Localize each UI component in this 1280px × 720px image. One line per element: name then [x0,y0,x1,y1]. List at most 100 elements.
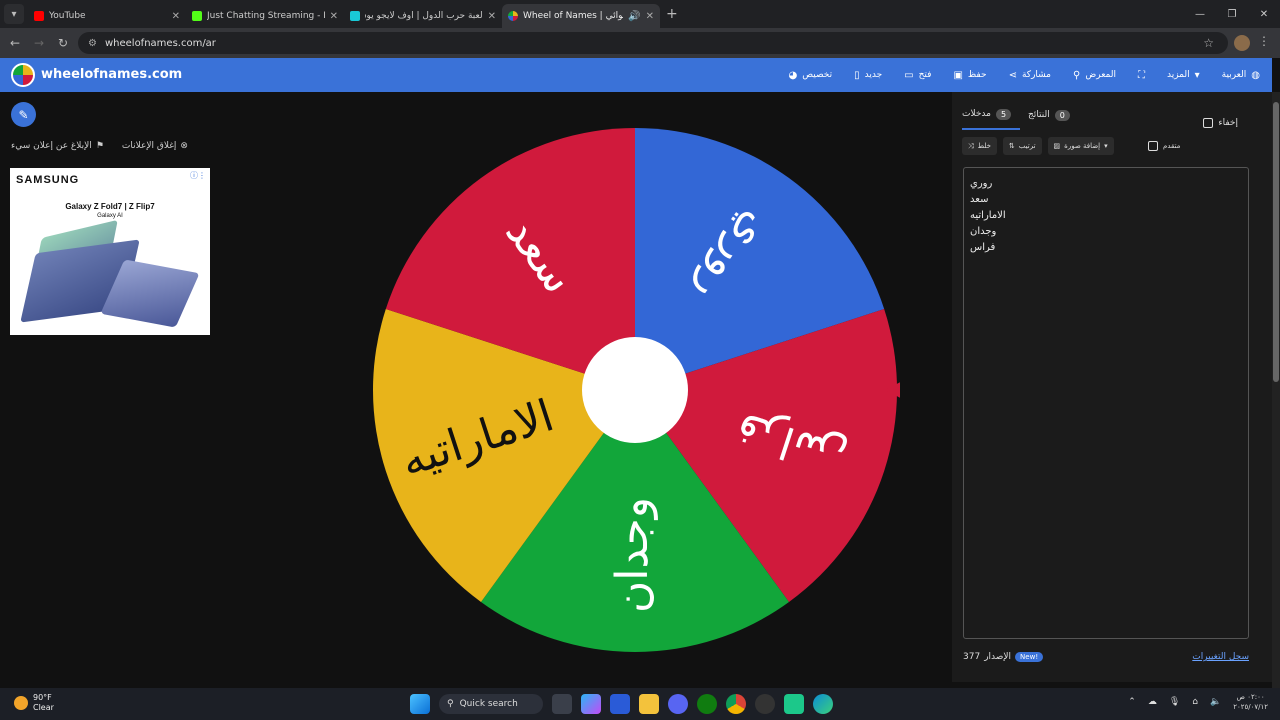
sort-button[interactable]: ⇅ ترتيب [1002,137,1042,155]
maximize-icon[interactable]: ❐ [1216,0,1248,28]
ad-product: Galaxy Z Fold7 | Z Flip7 [65,202,155,211]
weather-widget[interactable]: 90°F Clear [14,693,54,713]
entry-line[interactable]: فراس [970,240,1242,256]
tab-results[interactable]: النتائج 0 [1028,100,1070,130]
close-circle-icon: ⊗ [180,141,188,151]
browser-tab-strip: ▾ YouTube ✕ Just Chatting Streaming - Li… [0,0,1280,28]
chrome-icon[interactable] [726,694,746,714]
url-input[interactable]: ⚙ wheelofnames.com/ar [78,32,1228,54]
wheel-svg[interactable]: روريفراسوجدانالاماراتيهسعد [370,125,918,655]
chevron-down-icon: ▾ [1104,142,1108,150]
app-icon[interactable] [784,694,804,714]
open-button[interactable]: ▭ فتح [904,70,931,81]
checkbox-icon[interactable] [1148,141,1158,151]
new-button[interactable]: ▯ جديد [854,70,882,81]
pencil-icon: ✎ [18,107,29,122]
minimize-icon[interactable]: — [1184,0,1216,28]
new-badge: New! [1015,652,1044,662]
microphone-icon[interactable]: 🎙 [1169,697,1180,707]
checkbox-icon[interactable] [1203,118,1214,128]
address-bar-row: ← → ↻ ⚙ wheelofnames.com/ar ☆ ⋮ [0,28,1280,58]
site-info-icon[interactable]: ⚙ [88,38,97,49]
hide-checkbox[interactable]: إخفاء [1203,108,1238,138]
clock[interactable]: ٠٢:٠٠ ص ٢٠٢٥/٠٧/١٢ [1233,692,1268,712]
network-icon[interactable]: ⌂ [1192,697,1198,707]
browser-tab[interactable]: Just Chatting Streaming - Live ✕ [186,4,344,28]
speaker-icon[interactable]: 🔊 [628,11,640,22]
entries-textarea[interactable]: روري سعد الاماراتيه وجدان فراس [963,167,1249,639]
ad-choices-icon[interactable]: ⓘ⋮ [190,170,206,181]
palette-icon: ◕ [788,69,798,81]
brand-name[interactable]: wheelofnames.com [41,67,182,82]
edge-icon[interactable] [813,694,833,714]
store-icon[interactable] [610,694,630,714]
forward-icon[interactable]: → [27,36,51,50]
obs-icon[interactable] [755,694,775,714]
chevron-up-icon[interactable]: ⌃ [1128,697,1136,707]
task-view-icon[interactable] [552,694,572,714]
tab-search-button[interactable]: ▾ [4,4,24,24]
image-icon: ▨ [1053,142,1061,150]
back-icon[interactable]: ← [3,36,27,50]
close-icon[interactable]: ✕ [172,11,180,22]
windows-start-icon[interactable] [410,694,430,714]
changelog-link[interactable]: سجل التغييرات [1192,652,1249,662]
shuffle-button[interactable]: ⤨ خلط [962,137,997,155]
spin-wheel[interactable]: روري فراس وجدان الاماراتيه سعد [370,125,918,655]
advertisement[interactable]: SAMSUNG ⓘ⋮ Galaxy Z Fold7 | Z Flip7 Gala… [10,168,210,335]
copilot-icon[interactable] [581,694,601,714]
volume-icon[interactable]: 🔈 [1210,697,1221,707]
page-scrollbar[interactable] [1272,92,1280,688]
cloud-icon[interactable]: ☁ [1148,697,1157,707]
ad-links: الإبلاغ عن إعلان سيء ⚑ إغلاق الإعلانات ⊗ [11,141,188,151]
wheel-center[interactable] [582,337,688,443]
add-image-button[interactable]: ▨ إضافة صورة ▾ [1047,137,1114,155]
gallery-button[interactable]: ⚲ المعرض [1073,70,1116,81]
browser-tab[interactable]: YouTube ✕ [28,4,186,28]
scrollbar-thumb[interactable] [1273,102,1279,382]
shuffle-icon: ⤨ [968,141,974,150]
discord-icon[interactable] [668,694,688,714]
tab-entries[interactable]: مدخلات 5 [962,100,1020,130]
close-window-icon[interactable]: ✕ [1248,0,1280,28]
profile-avatar[interactable] [1234,35,1250,51]
entry-line[interactable]: الاماراتيه [970,208,1242,224]
entry-line[interactable]: روري [970,176,1242,192]
xbox-icon[interactable] [697,694,717,714]
reload-icon[interactable]: ↻ [51,36,75,50]
tab-title: Wheel of Names | العشوائي [523,11,623,21]
tab-title: Just Chatting Streaming - Live [207,11,325,21]
customize-button[interactable]: ◕ تخصيص [789,70,833,81]
close-icon[interactable]: ✕ [646,11,654,22]
report-ad-link[interactable]: الإبلاغ عن إعلان سيء ⚑ [11,141,104,151]
browser-menu-icon[interactable]: ⋮ [1258,34,1270,48]
more-button[interactable]: المزيد ▾ [1167,70,1200,81]
save-button[interactable]: ▣ حفظ [953,70,986,81]
language-button[interactable]: العربية ◍ [1222,70,1260,81]
edit-pencil-button[interactable]: ✎ [11,102,36,127]
kick-icon [192,11,202,21]
entry-line[interactable]: وجدان [970,224,1242,240]
file-explorer-icon[interactable] [639,694,659,714]
wheel-logo-icon[interactable] [11,63,35,87]
advanced-checkbox[interactable]: متقدم [1148,137,1180,155]
share-icon: ⋖ [1008,69,1017,81]
fullscreen-button[interactable]: ⛶ [1138,70,1145,81]
entry-line[interactable]: سعد [970,192,1242,208]
browser-tab[interactable]: لعبة حرب الدول | اوف لايجو يوسز ✕ [344,4,502,28]
temperature: 90°F [33,693,52,702]
browser-tab-active[interactable]: Wheel of Names | العشوائي 🔊 ✕ [502,4,660,28]
file-icon: ▯ [854,69,860,81]
share-button[interactable]: ⋖ مشاركة [1009,70,1051,81]
window-controls: — ❐ ✕ [1184,0,1280,28]
close-icon[interactable]: ✕ [330,11,338,22]
system-tray: ⌃ ☁ 🎙 ⌂ 🔈 ٠٢:٠٠ ص ٢٠٢٥/٠٧/١٢ [1128,692,1268,712]
bookmark-star-icon[interactable]: ☆ [1203,36,1214,50]
taskbar-apps: ⚲ Quick search [410,694,833,714]
quick-search-input[interactable]: ⚲ Quick search [439,694,543,714]
close-ads-link[interactable]: إغلاق الإعلانات ⊗ [122,141,188,151]
new-tab-button[interactable]: + [666,6,678,22]
panel-footer: 377 الإصدار New! سجل التغييرات [963,650,1249,666]
close-icon[interactable]: ✕ [488,11,496,22]
tab-title: YouTube [49,11,86,21]
